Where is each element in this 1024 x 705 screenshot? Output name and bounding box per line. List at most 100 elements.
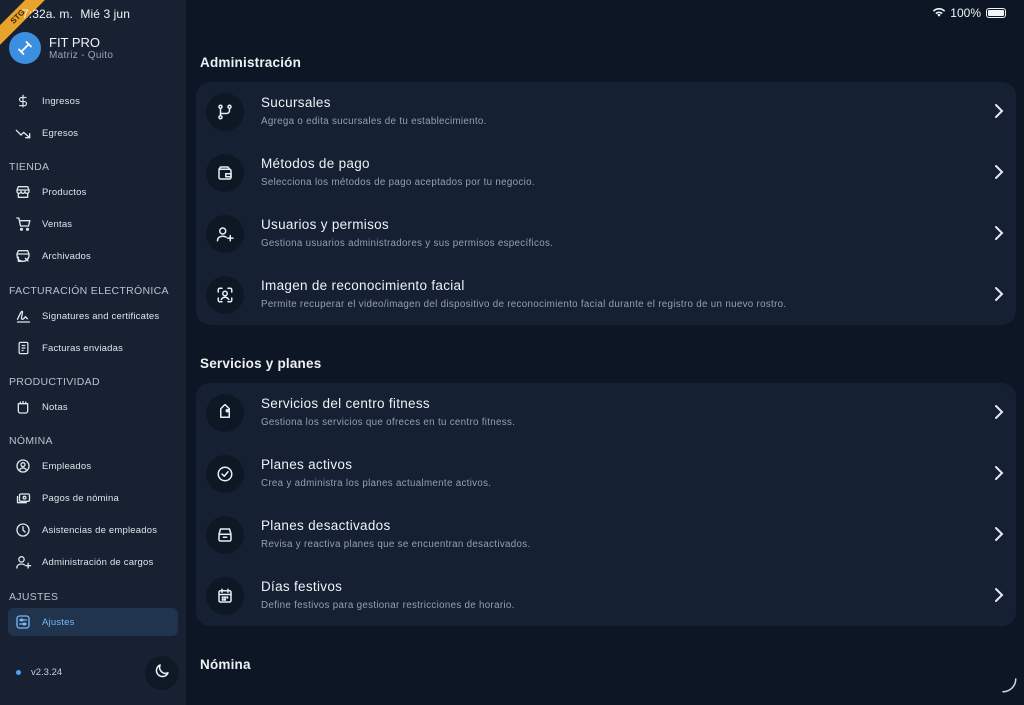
row-title: Métodos de pago <box>261 156 370 171</box>
sidebar-item-signatures[interactable]: Signatures and certificates <box>8 302 178 330</box>
notes-icon <box>14 398 32 416</box>
settings-row-dias-festivos[interactable]: Días festivos Define festivos para gesti… <box>196 566 1016 627</box>
tag-icon <box>206 394 244 432</box>
section-heading-nomina: NÓMINA <box>9 435 53 447</box>
theme-toggle-button[interactable] <box>145 656 179 690</box>
user-circle-icon <box>14 457 32 475</box>
chevron-right-icon <box>994 465 1004 486</box>
row-subtitle: Selecciona los métodos de pago aceptados… <box>261 177 535 188</box>
face-scan-icon <box>206 276 244 314</box>
row-subtitle: Permite recuperar el video/imagen del di… <box>261 299 787 310</box>
settings-row-servicios-fitness[interactable]: Servicios del centro fitness Gestiona lo… <box>196 383 1016 444</box>
signature-icon <box>14 307 32 325</box>
clock-date: Mié 3 jun <box>80 7 130 21</box>
sidebar-item-label: Facturas enviadas <box>42 342 124 354</box>
row-title: Servicios del centro fitness <box>261 396 430 411</box>
loading-arc-icon <box>1000 676 1018 699</box>
row-title: Imagen de reconocimiento facial <box>261 278 465 293</box>
settings-card-administracion: Sucursales Agrega o edita sucursales de … <box>196 82 1016 325</box>
store-icon <box>14 183 32 201</box>
sidebar-item-productos[interactable]: Productos <box>8 178 178 206</box>
clock-icon <box>14 521 32 539</box>
chevron-right-icon <box>994 587 1004 608</box>
row-title: Planes desactivados <box>261 518 391 533</box>
calendar-icon <box>206 577 244 615</box>
sidebar-item-egresos[interactable]: Egresos <box>8 119 178 147</box>
chevron-right-icon <box>994 526 1004 547</box>
row-subtitle: Crea y administra los planes actualmente… <box>261 478 492 489</box>
chevron-right-icon <box>994 225 1004 246</box>
status-bar-right: 100% <box>932 6 1006 20</box>
sidebar-item-archivados[interactable]: Archivados <box>8 242 178 270</box>
moon-icon <box>153 662 171 685</box>
sidebar-item-ventas[interactable]: Ventas <box>8 210 178 238</box>
settings-row-planes-desactivados[interactable]: Planes desactivados Revisa y reactiva pl… <box>196 505 1016 566</box>
row-title: Días festivos <box>261 579 343 594</box>
row-subtitle: Gestiona los servicios que ofreces en tu… <box>261 417 516 428</box>
chevron-right-icon <box>994 164 1004 185</box>
sidebar-item-empleados[interactable]: Empleados <box>8 452 178 480</box>
brand-location: Matriz - Quito <box>49 49 114 61</box>
wallet-icon <box>206 154 244 192</box>
sidebar-item-facturas[interactable]: Facturas enviadas <box>8 334 178 362</box>
row-title: Sucursales <box>261 95 331 110</box>
trend-down-icon <box>14 124 32 142</box>
group-title-nomina: Nómina <box>200 657 251 672</box>
settings-row-reconocimiento-facial[interactable]: Imagen de reconocimiento facial Permite … <box>196 265 1016 326</box>
sidebar-item-ingresos[interactable]: Ingresos <box>8 87 178 115</box>
sidebar-item-label: Ingresos <box>42 95 81 107</box>
settings-row-metodos-pago[interactable]: Métodos de pago Selecciona los métodos d… <box>196 143 1016 204</box>
sidebar-item-asistencias[interactable]: Asistencias de empleados <box>8 516 178 544</box>
chevron-right-icon <box>994 404 1004 425</box>
brand-header[interactable]: FIT PRO Matriz - Quito <box>9 32 113 64</box>
invoice-icon <box>14 339 32 357</box>
brand-name: FIT PRO <box>49 34 101 50</box>
cart-icon <box>14 215 32 233</box>
group-title-servicios: Servicios y planes <box>200 356 322 371</box>
sidebar-item-label: Administración de cargos <box>42 556 154 568</box>
sidebar-item-cargos[interactable]: Administración de cargos <box>8 548 178 576</box>
settings-row-sucursales[interactable]: Sucursales Agrega o edita sucursales de … <box>196 82 1016 143</box>
archive-box-icon <box>206 516 244 554</box>
sidebar-item-label: Productos <box>42 186 87 198</box>
user-add-icon <box>14 553 32 571</box>
payment-icon <box>14 489 32 507</box>
dollar-icon <box>14 92 32 110</box>
sidebar-item-label: Ventas <box>42 218 73 230</box>
group-title-administracion: Administración <box>200 55 302 70</box>
check-circle-icon <box>206 455 244 493</box>
sidebar: STG 7:32a. m. Mié 3 jun FIT PRO Matriz -… <box>0 0 186 705</box>
dumbbell-logo-icon <box>9 32 41 64</box>
settings-row-usuarios[interactable]: Usuarios y permisos Gestiona usuarios ad… <box>196 204 1016 265</box>
settings-card-servicios: Servicios del centro fitness Gestiona lo… <box>196 383 1016 626</box>
status-time: 7:32a. m. Mié 3 jun <box>22 7 130 21</box>
row-subtitle: Agrega o edita sucursales de tu establec… <box>261 116 487 127</box>
sidebar-item-label: Asistencias de empleados <box>42 524 158 536</box>
sidebar-item-label: Pagos de nómina <box>42 492 119 504</box>
sidebar-item-label: Empleados <box>42 460 92 472</box>
row-subtitle: Define festivos para gestionar restricci… <box>261 600 515 611</box>
version-label: v2.3.24 <box>31 667 63 678</box>
sidebar-item-label: Egresos <box>42 127 79 139</box>
section-heading-ajustes: AJUSTES <box>9 591 59 603</box>
row-subtitle: Gestiona usuarios administradores y sus … <box>261 238 554 249</box>
settings-row-planes-activos[interactable]: Planes activos Crea y administra los pla… <box>196 444 1016 505</box>
archive-store-icon <box>14 247 32 265</box>
section-heading-facturacion: FACTURACIÓN ELECTRÓNICA <box>9 285 169 297</box>
row-title: Planes activos <box>261 457 353 472</box>
row-title: Usuarios y permisos <box>261 217 389 232</box>
chevron-right-icon <box>994 103 1004 124</box>
section-heading-productividad: PRODUCTIVIDAD <box>9 376 100 388</box>
branch-icon <box>206 93 244 131</box>
row-subtitle: Revisa y reactiva planes que se encuentr… <box>261 539 531 550</box>
battery-percent: 100% <box>950 6 981 20</box>
sidebar-item-label: Ajustes <box>42 616 75 628</box>
battery-icon <box>986 8 1006 18</box>
sidebar-item-label: Archivados <box>42 250 91 262</box>
users-plus-icon <box>206 215 244 253</box>
sidebar-item-label: Signatures and certificates <box>42 310 160 322</box>
sidebar-item-pagos-nomina[interactable]: Pagos de nómina <box>8 484 178 512</box>
sidebar-item-ajustes[interactable]: Ajustes <box>8 608 178 636</box>
sidebar-item-notas[interactable]: Notas <box>8 393 178 421</box>
wifi-icon <box>932 6 946 20</box>
